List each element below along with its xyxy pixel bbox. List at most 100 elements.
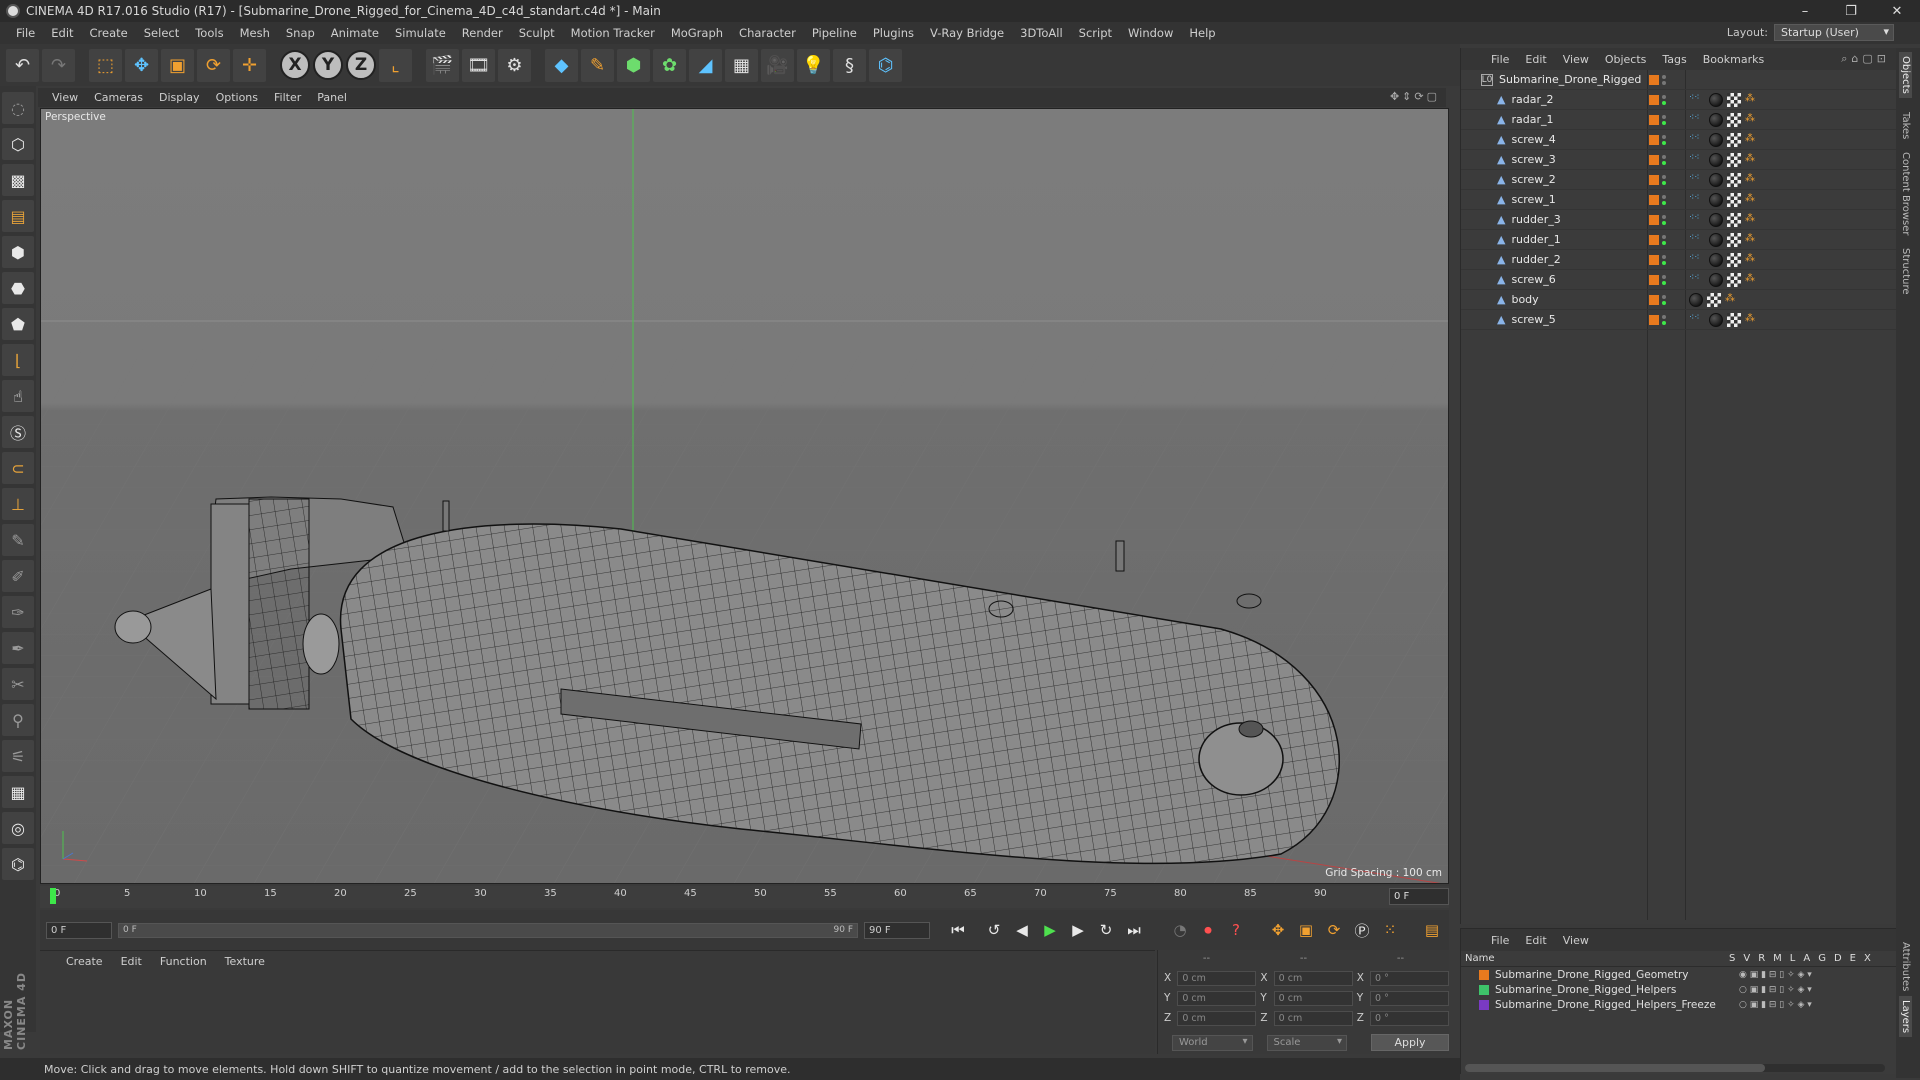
menu-help[interactable]: Help bbox=[1181, 26, 1223, 40]
layer-menu-edit[interactable]: Edit bbox=[1517, 934, 1554, 947]
playhead-marker[interactable] bbox=[50, 888, 56, 904]
visibility-dots[interactable] bbox=[1662, 154, 1666, 165]
layer-menu-view[interactable]: View bbox=[1555, 934, 1597, 947]
light-icon[interactable]: 💡 bbox=[797, 48, 830, 82]
material-tag-icon[interactable] bbox=[1709, 92, 1723, 107]
menu-edit[interactable]: Edit bbox=[43, 26, 81, 40]
layer-col-deformers[interactable]: D bbox=[1834, 953, 1842, 964]
position-x-field[interactable]: 0 cm bbox=[1177, 970, 1257, 986]
layer-color-swatch[interactable] bbox=[1649, 274, 1659, 285]
size-y-field[interactable]: 0 cm bbox=[1273, 990, 1353, 1006]
layer-color-swatch[interactable] bbox=[1649, 214, 1659, 225]
visibility-dots[interactable] bbox=[1662, 114, 1666, 125]
object-menu-edit[interactable]: Edit bbox=[1517, 53, 1554, 66]
y-axis-lock-button[interactable]: Y bbox=[313, 50, 343, 80]
weight-tag-icon[interactable]: ⁖⁖ bbox=[1689, 273, 1705, 287]
rotation-h-field[interactable]: 0 ° bbox=[1370, 970, 1450, 986]
layer-color-swatch[interactable] bbox=[1649, 94, 1659, 105]
material-tag-icon[interactable] bbox=[1709, 232, 1723, 247]
edges-mode-icon[interactable]: ⬣ bbox=[2, 272, 34, 304]
skin-tag-icon[interactable]: ⁂ bbox=[1745, 273, 1759, 287]
material-tag-icon[interactable] bbox=[1709, 152, 1723, 167]
coordinate-system-icon[interactable]: ⌞ bbox=[379, 48, 412, 82]
preview-range-slider[interactable]: 0 F 90 F bbox=[118, 922, 858, 938]
material-tag-icon[interactable] bbox=[1709, 132, 1723, 147]
object-menu-tags[interactable]: Tags bbox=[1654, 53, 1694, 66]
tab-objects[interactable]: Objects bbox=[1899, 52, 1912, 98]
python-script-icon[interactable]: ⌬ bbox=[2, 848, 34, 880]
python-icon[interactable]: ⌬ bbox=[869, 48, 902, 82]
weight-tag-icon[interactable]: ⁖⁖ bbox=[1689, 93, 1705, 107]
tweak-mode-icon[interactable]: ☝ bbox=[2, 380, 34, 412]
skin-tag-icon[interactable]: ⁂ bbox=[1745, 313, 1759, 327]
tab-takes[interactable]: Takes bbox=[1899, 108, 1912, 143]
menu-create[interactable]: Create bbox=[82, 26, 136, 40]
scripting-icon[interactable]: § bbox=[833, 48, 866, 82]
visibility-dots[interactable] bbox=[1662, 234, 1666, 245]
pen-spline-icon[interactable]: ✎ bbox=[581, 48, 614, 82]
coordinate-mode-dropdown[interactable]: Scale bbox=[1266, 1034, 1347, 1051]
weight-tag-icon[interactable]: ⁖⁖ bbox=[1689, 113, 1705, 127]
menu-vray-bridge[interactable]: V-Ray Bridge bbox=[922, 26, 1012, 40]
texture-tag-icon[interactable] bbox=[1727, 92, 1741, 107]
scale-tool-icon[interactable]: ▣ bbox=[161, 48, 194, 82]
weight-tag-icon[interactable]: ⁖⁖ bbox=[1689, 153, 1705, 167]
position-z-field[interactable]: 0 cm bbox=[1177, 1010, 1257, 1026]
record-keys-icon[interactable]: ⏺ bbox=[1195, 917, 1221, 943]
layer-col-animation[interactable]: A bbox=[1803, 953, 1810, 964]
previous-key-icon[interactable]: ↺ bbox=[981, 917, 1007, 943]
layer-color-swatch[interactable] bbox=[1479, 984, 1489, 995]
layer-color-swatch[interactable] bbox=[1479, 999, 1489, 1010]
material-tag-icon[interactable] bbox=[1709, 172, 1723, 187]
subdivision-icon[interactable]: ⬢ bbox=[617, 48, 650, 82]
tab-attributes[interactable]: Attributes bbox=[1899, 938, 1912, 995]
viewport-menu-cameras[interactable]: Cameras bbox=[94, 91, 143, 104]
perspective-viewport[interactable]: Perspective Grid Spacing : 100 cm bbox=[40, 108, 1449, 884]
skin-tag-icon[interactable]: ⁂ bbox=[1745, 93, 1759, 107]
knife-brush-icon[interactable]: ✂ bbox=[2, 668, 34, 700]
size-z-field[interactable]: 0 cm bbox=[1273, 1010, 1353, 1026]
layer-horizontal-scrollbar[interactable] bbox=[1465, 1064, 1885, 1072]
pull-brush-icon[interactable]: ✐ bbox=[2, 560, 34, 592]
flatten-brush-icon[interactable]: ⚟ bbox=[2, 740, 34, 772]
visibility-dots[interactable] bbox=[1662, 94, 1666, 105]
texture-tag-icon[interactable] bbox=[1727, 272, 1741, 287]
next-frame-icon[interactable]: ▶ bbox=[1065, 917, 1091, 943]
object-row[interactable]: ▲ rudder_1 ⁖⁖ ⁂ bbox=[1461, 230, 1896, 250]
menu-character[interactable]: Character bbox=[731, 26, 804, 40]
layer-col-manager[interactable]: M bbox=[1773, 953, 1782, 964]
texture-tag-icon[interactable] bbox=[1727, 232, 1741, 247]
object-menu-objects[interactable]: Objects bbox=[1597, 53, 1655, 66]
visibility-dots[interactable] bbox=[1662, 134, 1666, 145]
menu-animate[interactable]: Animate bbox=[323, 26, 387, 40]
layer-col-view[interactable]: V bbox=[1743, 953, 1750, 964]
layer-flag-icons[interactable]: ◉ ▣ ▮ ⊟ ▯ ✧ ◈ ▾ bbox=[1739, 970, 1812, 980]
object-row[interactable]: ▲ radar_1 ⁖⁖ ⁂ bbox=[1461, 110, 1896, 130]
weight-tag-icon[interactable]: ⁖⁖ bbox=[1689, 133, 1705, 147]
menu-plugins[interactable]: Plugins bbox=[865, 26, 922, 40]
cube-icon[interactable]: ◆ bbox=[545, 48, 578, 82]
restore-button[interactable]: ❐ bbox=[1828, 0, 1874, 22]
object-menu-view[interactable]: View bbox=[1555, 53, 1597, 66]
layer-color-swatch[interactable] bbox=[1649, 174, 1659, 185]
axis-mode-icon[interactable]: ⌊ bbox=[2, 344, 34, 376]
end-frame-field[interactable]: 90 F bbox=[864, 921, 930, 939]
viewport-menu-panel[interactable]: Panel bbox=[317, 91, 347, 104]
object-menu-bookmarks[interactable]: Bookmarks bbox=[1695, 53, 1772, 66]
menu-sculpt[interactable]: Sculpt bbox=[511, 26, 563, 40]
material-menu-function[interactable]: Function bbox=[160, 955, 207, 968]
go-to-end-icon[interactable]: ⏭ bbox=[1121, 917, 1147, 943]
layer-col-locked[interactable]: L bbox=[1790, 953, 1796, 964]
visibility-dots[interactable] bbox=[1662, 174, 1666, 185]
texture-tag-icon[interactable] bbox=[1727, 132, 1741, 147]
rotation-p-field[interactable]: 0 ° bbox=[1370, 990, 1450, 1006]
layer-color-swatch[interactable] bbox=[1649, 314, 1659, 325]
weight-tag-icon[interactable]: ⁖⁖ bbox=[1689, 213, 1705, 227]
menu-window[interactable]: Window bbox=[1120, 26, 1181, 40]
render-picture-viewer-icon[interactable]: 🎞 bbox=[462, 48, 495, 82]
undo-icon[interactable]: ↶ bbox=[6, 48, 39, 82]
menu-3dtoall[interactable]: 3DToAll bbox=[1012, 26, 1071, 40]
layer-color-swatch[interactable] bbox=[1649, 154, 1659, 165]
viewport-menu-options[interactable]: Options bbox=[216, 91, 258, 104]
visibility-dots[interactable] bbox=[1662, 254, 1666, 265]
